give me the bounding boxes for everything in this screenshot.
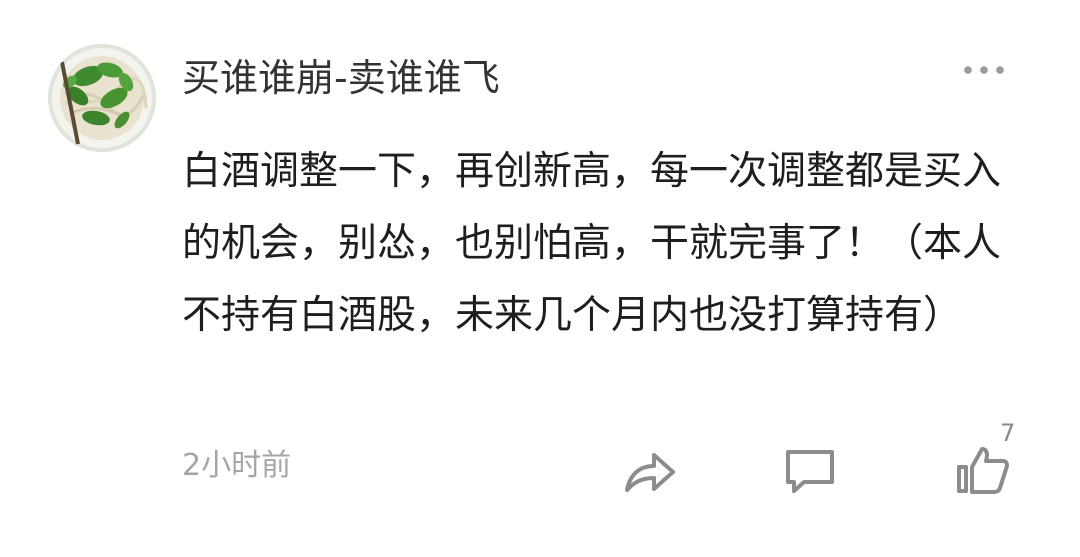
- like-count: 7: [1000, 419, 1016, 447]
- thumbs-up-icon: [957, 447, 1009, 494]
- timestamp: 2小时前: [182, 448, 292, 483]
- avatar-image: [48, 44, 156, 152]
- share-button[interactable]: [620, 440, 680, 500]
- username[interactable]: 买谁谁崩-卖谁谁飞: [182, 52, 500, 104]
- like-button[interactable]: [952, 440, 1012, 500]
- avatar[interactable]: [48, 44, 156, 152]
- reply-button[interactable]: [780, 440, 840, 500]
- more-options-button[interactable]: [956, 56, 1012, 84]
- comment-card: 买谁谁崩-卖谁谁飞 白酒调整一下，再创新高，每一次调整都是买入的机会，别怂，也别…: [0, 0, 1080, 557]
- comment-bubble-icon: [786, 450, 834, 493]
- share-arrow-icon: [625, 453, 675, 492]
- more-dots-icon: [964, 66, 1004, 74]
- comment-text: 白酒调整一下，再创新高，每一次调整都是买入的机会，别怂，也别怕高，干就完事了！（…: [182, 149, 1002, 338]
